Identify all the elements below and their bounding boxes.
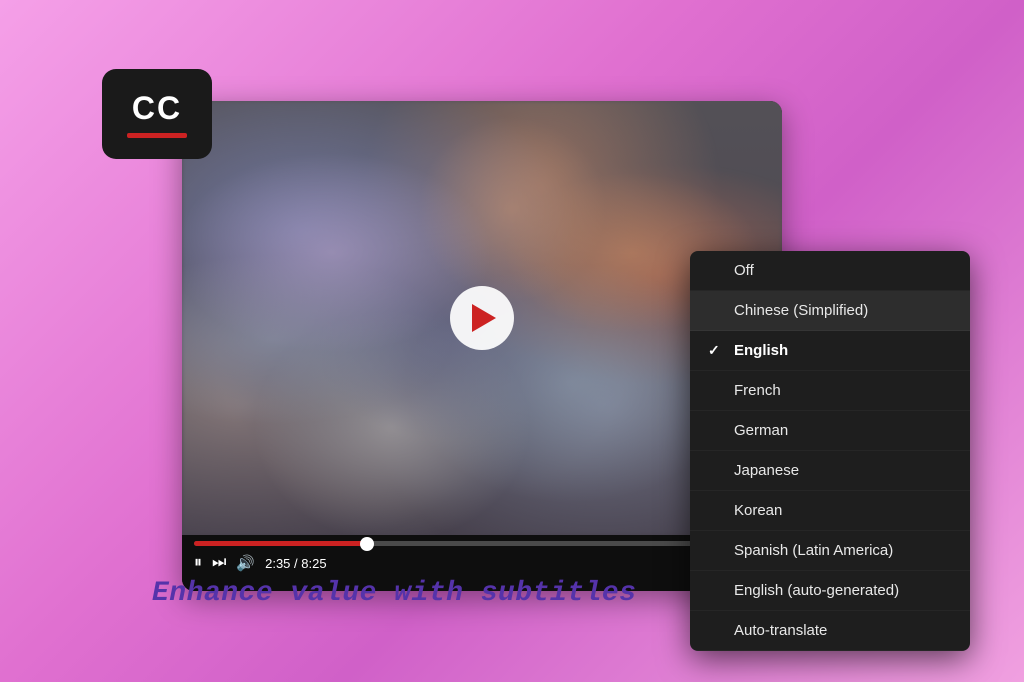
subtitle-label-english: English bbox=[734, 342, 788, 359]
time-display: 2:35 / 8:25 bbox=[265, 556, 326, 571]
check-french bbox=[708, 383, 724, 399]
check-auto-translate bbox=[708, 623, 724, 639]
check-japanese bbox=[708, 463, 724, 479]
subtitle-option-japanese[interactable]: Japanese bbox=[690, 451, 970, 491]
cc-logo-text: CC bbox=[132, 90, 182, 127]
pause-button[interactable]: ⏸ bbox=[194, 554, 202, 572]
check-off bbox=[708, 263, 724, 279]
cc-logo: CC bbox=[102, 69, 212, 159]
tagline: Enhance value with subtitles bbox=[152, 578, 636, 609]
next-button[interactable]: ⏭ bbox=[212, 554, 226, 572]
subtitle-option-off[interactable]: Off bbox=[690, 251, 970, 291]
check-english-auto bbox=[708, 583, 724, 599]
subtitle-dropdown: Off Chinese (Simplified) ✓ English Frenc… bbox=[690, 251, 970, 651]
subtitle-label-japanese: Japanese bbox=[734, 462, 799, 479]
subtitle-option-german[interactable]: German bbox=[690, 411, 970, 451]
volume-icon: 🔊 bbox=[236, 554, 255, 572]
check-chinese bbox=[708, 303, 724, 319]
subtitle-label-off: Off bbox=[734, 262, 754, 279]
subtitle-label-chinese-simplified: Chinese (Simplified) bbox=[734, 302, 868, 319]
subtitle-option-french[interactable]: French bbox=[690, 371, 970, 411]
play-triangle-icon bbox=[472, 304, 496, 332]
check-spanish-la bbox=[708, 543, 724, 559]
progress-thumb bbox=[360, 537, 374, 551]
progress-fill bbox=[194, 541, 367, 546]
controls-row: ⏸ ⏭ 🔊 2:35 / 8:25 bbox=[194, 554, 770, 572]
subtitle-option-english[interactable]: ✓ English bbox=[690, 331, 970, 371]
subtitle-option-english-auto[interactable]: English (auto-generated) bbox=[690, 571, 970, 611]
volume-button[interactable]: 🔊 bbox=[236, 554, 255, 572]
check-german bbox=[708, 423, 724, 439]
subtitle-label-english-auto: English (auto-generated) bbox=[734, 582, 899, 599]
subtitle-label-korean: Korean bbox=[734, 502, 782, 519]
subtitle-option-auto-translate[interactable]: Auto-translate bbox=[690, 611, 970, 651]
play-button[interactable] bbox=[450, 286, 514, 350]
subtitle-option-spanish-la[interactable]: Spanish (Latin America) bbox=[690, 531, 970, 571]
cc-logo-underline bbox=[127, 133, 187, 138]
next-icon: ⏭ bbox=[212, 554, 226, 572]
subtitle-option-chinese-simplified[interactable]: Chinese (Simplified) bbox=[690, 291, 970, 331]
tagline-text: Enhance value with subtitles bbox=[152, 578, 636, 609]
pause-icon: ⏸ bbox=[194, 554, 202, 572]
check-korean bbox=[708, 503, 724, 519]
subtitle-label-french: French bbox=[734, 382, 781, 399]
check-english: ✓ bbox=[708, 342, 724, 359]
subtitle-label-auto-translate: Auto-translate bbox=[734, 622, 827, 639]
subtitle-label-german: German bbox=[734, 422, 788, 439]
progress-bar[interactable] bbox=[194, 541, 770, 546]
subtitle-option-korean[interactable]: Korean bbox=[690, 491, 970, 531]
main-container: CC ⏸ ⏭ 🔊 bbox=[72, 51, 952, 631]
subtitle-label-spanish-la: Spanish (Latin America) bbox=[734, 542, 893, 559]
